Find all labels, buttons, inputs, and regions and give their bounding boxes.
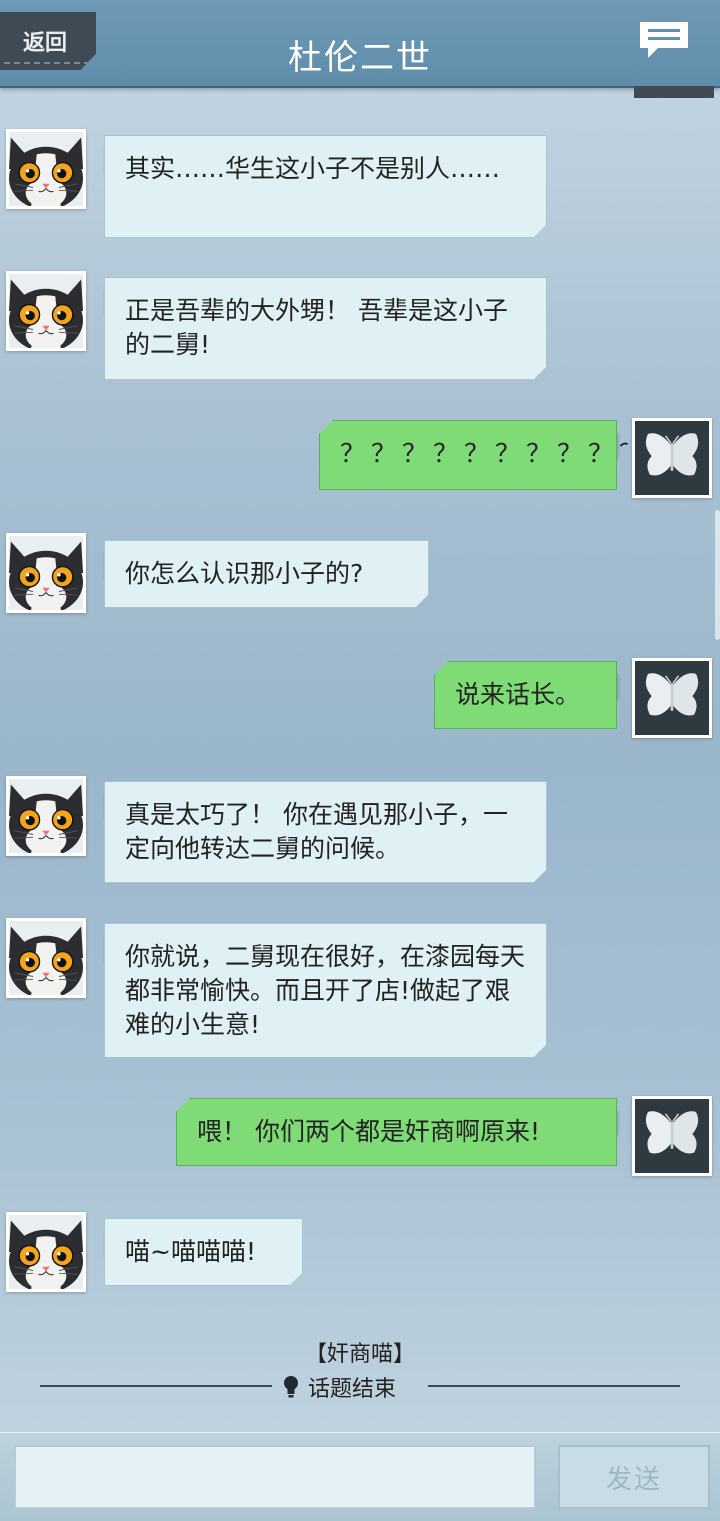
chat-bubble-icon[interactable] <box>638 20 690 60</box>
header-tab <box>634 86 714 98</box>
message-bubble-left: 真是太巧了！ 你在遇见那小子，一定向他转达二舅的问候。 <box>104 781 547 883</box>
topic-name: 【奸商喵】 <box>304 1342 415 1367</box>
topic-end: 话题结束 <box>282 1372 442 1402</box>
topic-end-label: 话题结束 <box>308 1377 397 1402</box>
cat-avatar[interactable] <box>6 533 86 613</box>
header-bar: 返回 杜伦二世 <box>0 0 720 88</box>
send-button[interactable]: 发送 <box>558 1445 710 1509</box>
message-input[interactable] <box>14 1445 536 1509</box>
divider-right <box>428 1385 680 1387</box>
message-bubble-right: 说来话长。 <box>434 661 617 729</box>
cat-avatar[interactable] <box>6 271 86 351</box>
cat-avatar[interactable] <box>6 776 86 856</box>
butterfly-avatar[interactable] <box>632 1096 712 1176</box>
butterfly-avatar[interactable] <box>632 658 712 738</box>
message-bubble-right: ？？？？？？？？？？ <box>319 420 617 490</box>
back-button[interactable]: 返回 <box>0 12 96 70</box>
cat-avatar[interactable] <box>6 129 86 209</box>
input-bar: 发送 <box>0 1432 720 1521</box>
page-title: 杜伦二世 <box>288 38 432 78</box>
message-bubble-left: 正是吾辈的大外甥！ 吾辈是这小子的二舅! <box>104 277 547 380</box>
message-bubble-left: 你就说，二舅现在很好，在漆园每天都非常愉快。而且开了店!做起了艰难的小生意! <box>104 923 547 1058</box>
butterfly-avatar[interactable] <box>632 418 712 498</box>
message-bubble-left: 你怎么认识那小子的? <box>104 540 429 608</box>
message-bubble-left: 喵~喵喵喵! <box>104 1218 303 1286</box>
cat-avatar[interactable] <box>6 1212 86 1292</box>
scrollbar[interactable] <box>715 510 720 640</box>
cat-avatar[interactable] <box>6 918 86 998</box>
message-bubble-right: 喂！ 你们两个都是奸商啊原来! <box>176 1098 617 1166</box>
divider-left <box>40 1385 272 1387</box>
lightbulb-icon <box>284 1376 298 1398</box>
message-bubble-left: 其实……华生这小子不是别人…… <box>104 135 547 238</box>
chat-area: 其实……华生这小子不是别人…… 正是吾辈的大外甥！ 吾辈是这小子的二舅! ？？？… <box>0 0 720 1430</box>
